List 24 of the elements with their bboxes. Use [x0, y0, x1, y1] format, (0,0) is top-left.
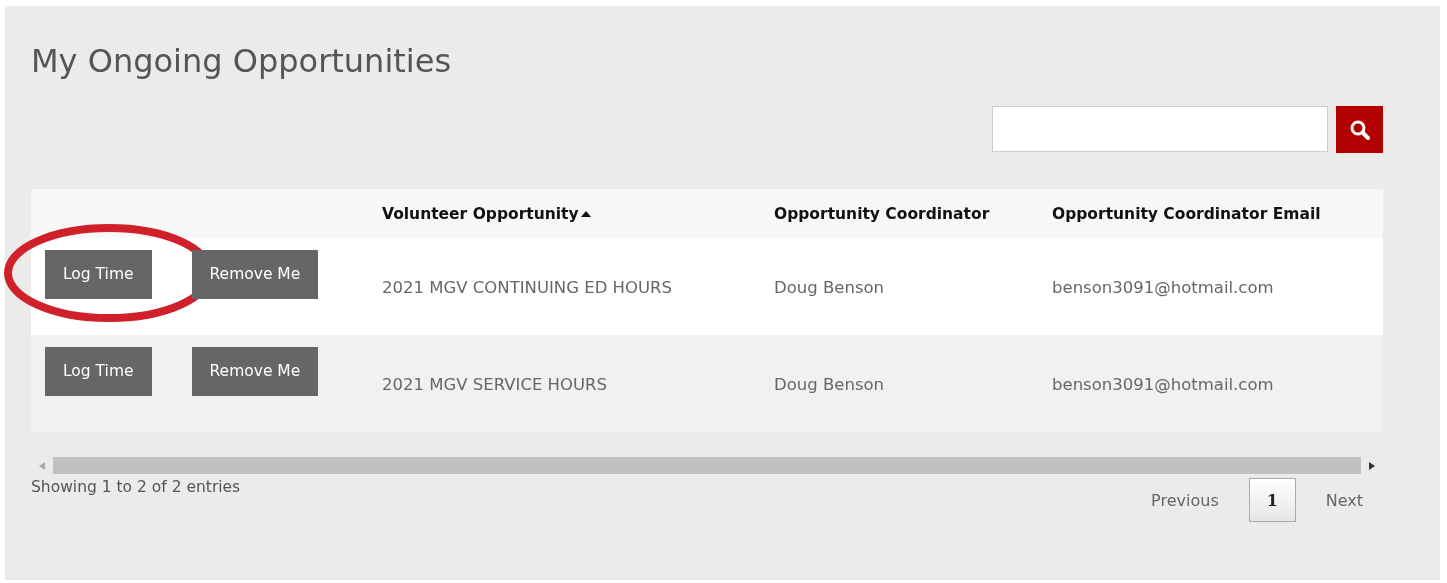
action-button[interactable]: Remove Me — [191, 250, 319, 299]
page-title: My Ongoing Opportunities — [31, 44, 453, 78]
search-icon — [1348, 118, 1371, 141]
action-button[interactable]: Remove Me — [191, 347, 319, 396]
next-link[interactable]: Next — [1311, 490, 1377, 510]
page-button[interactable]: 1 — [1248, 478, 1296, 522]
search-button[interactable] — [1336, 106, 1383, 153]
scroll-left-icon[interactable] — [39, 461, 45, 470]
table-cell: Doug Benson — [774, 278, 885, 297]
previous-link[interactable]: Previous — [1137, 490, 1233, 510]
action-button[interactable]: Log Time — [45, 347, 152, 396]
column-header[interactable]: Opportunity Coordinator — [774, 204, 990, 223]
entries-info: Showing 1 to 2 of 2 entries — [31, 478, 241, 498]
column-header[interactable]: Opportunity Coordinator Email — [1052, 204, 1321, 223]
scroll-right-icon[interactable] — [1369, 461, 1375, 470]
sort-ascending-icon — [580, 211, 591, 217]
table-cell: 2021 MGV SERVICE HOURS — [382, 375, 607, 394]
search-field[interactable] — [992, 106, 1328, 152]
column-header[interactable]: Volunteer Opportunity — [382, 204, 591, 223]
table-cell: Doug Benson — [774, 375, 885, 394]
action-button[interactable]: Log Time — [45, 250, 152, 299]
table-cell: benson3091@hotmail.com — [1052, 375, 1274, 394]
table-cell: benson3091@hotmail.com — [1052, 278, 1274, 297]
table-cell: 2021 MGV CONTINUING ED HOURS — [382, 278, 673, 297]
